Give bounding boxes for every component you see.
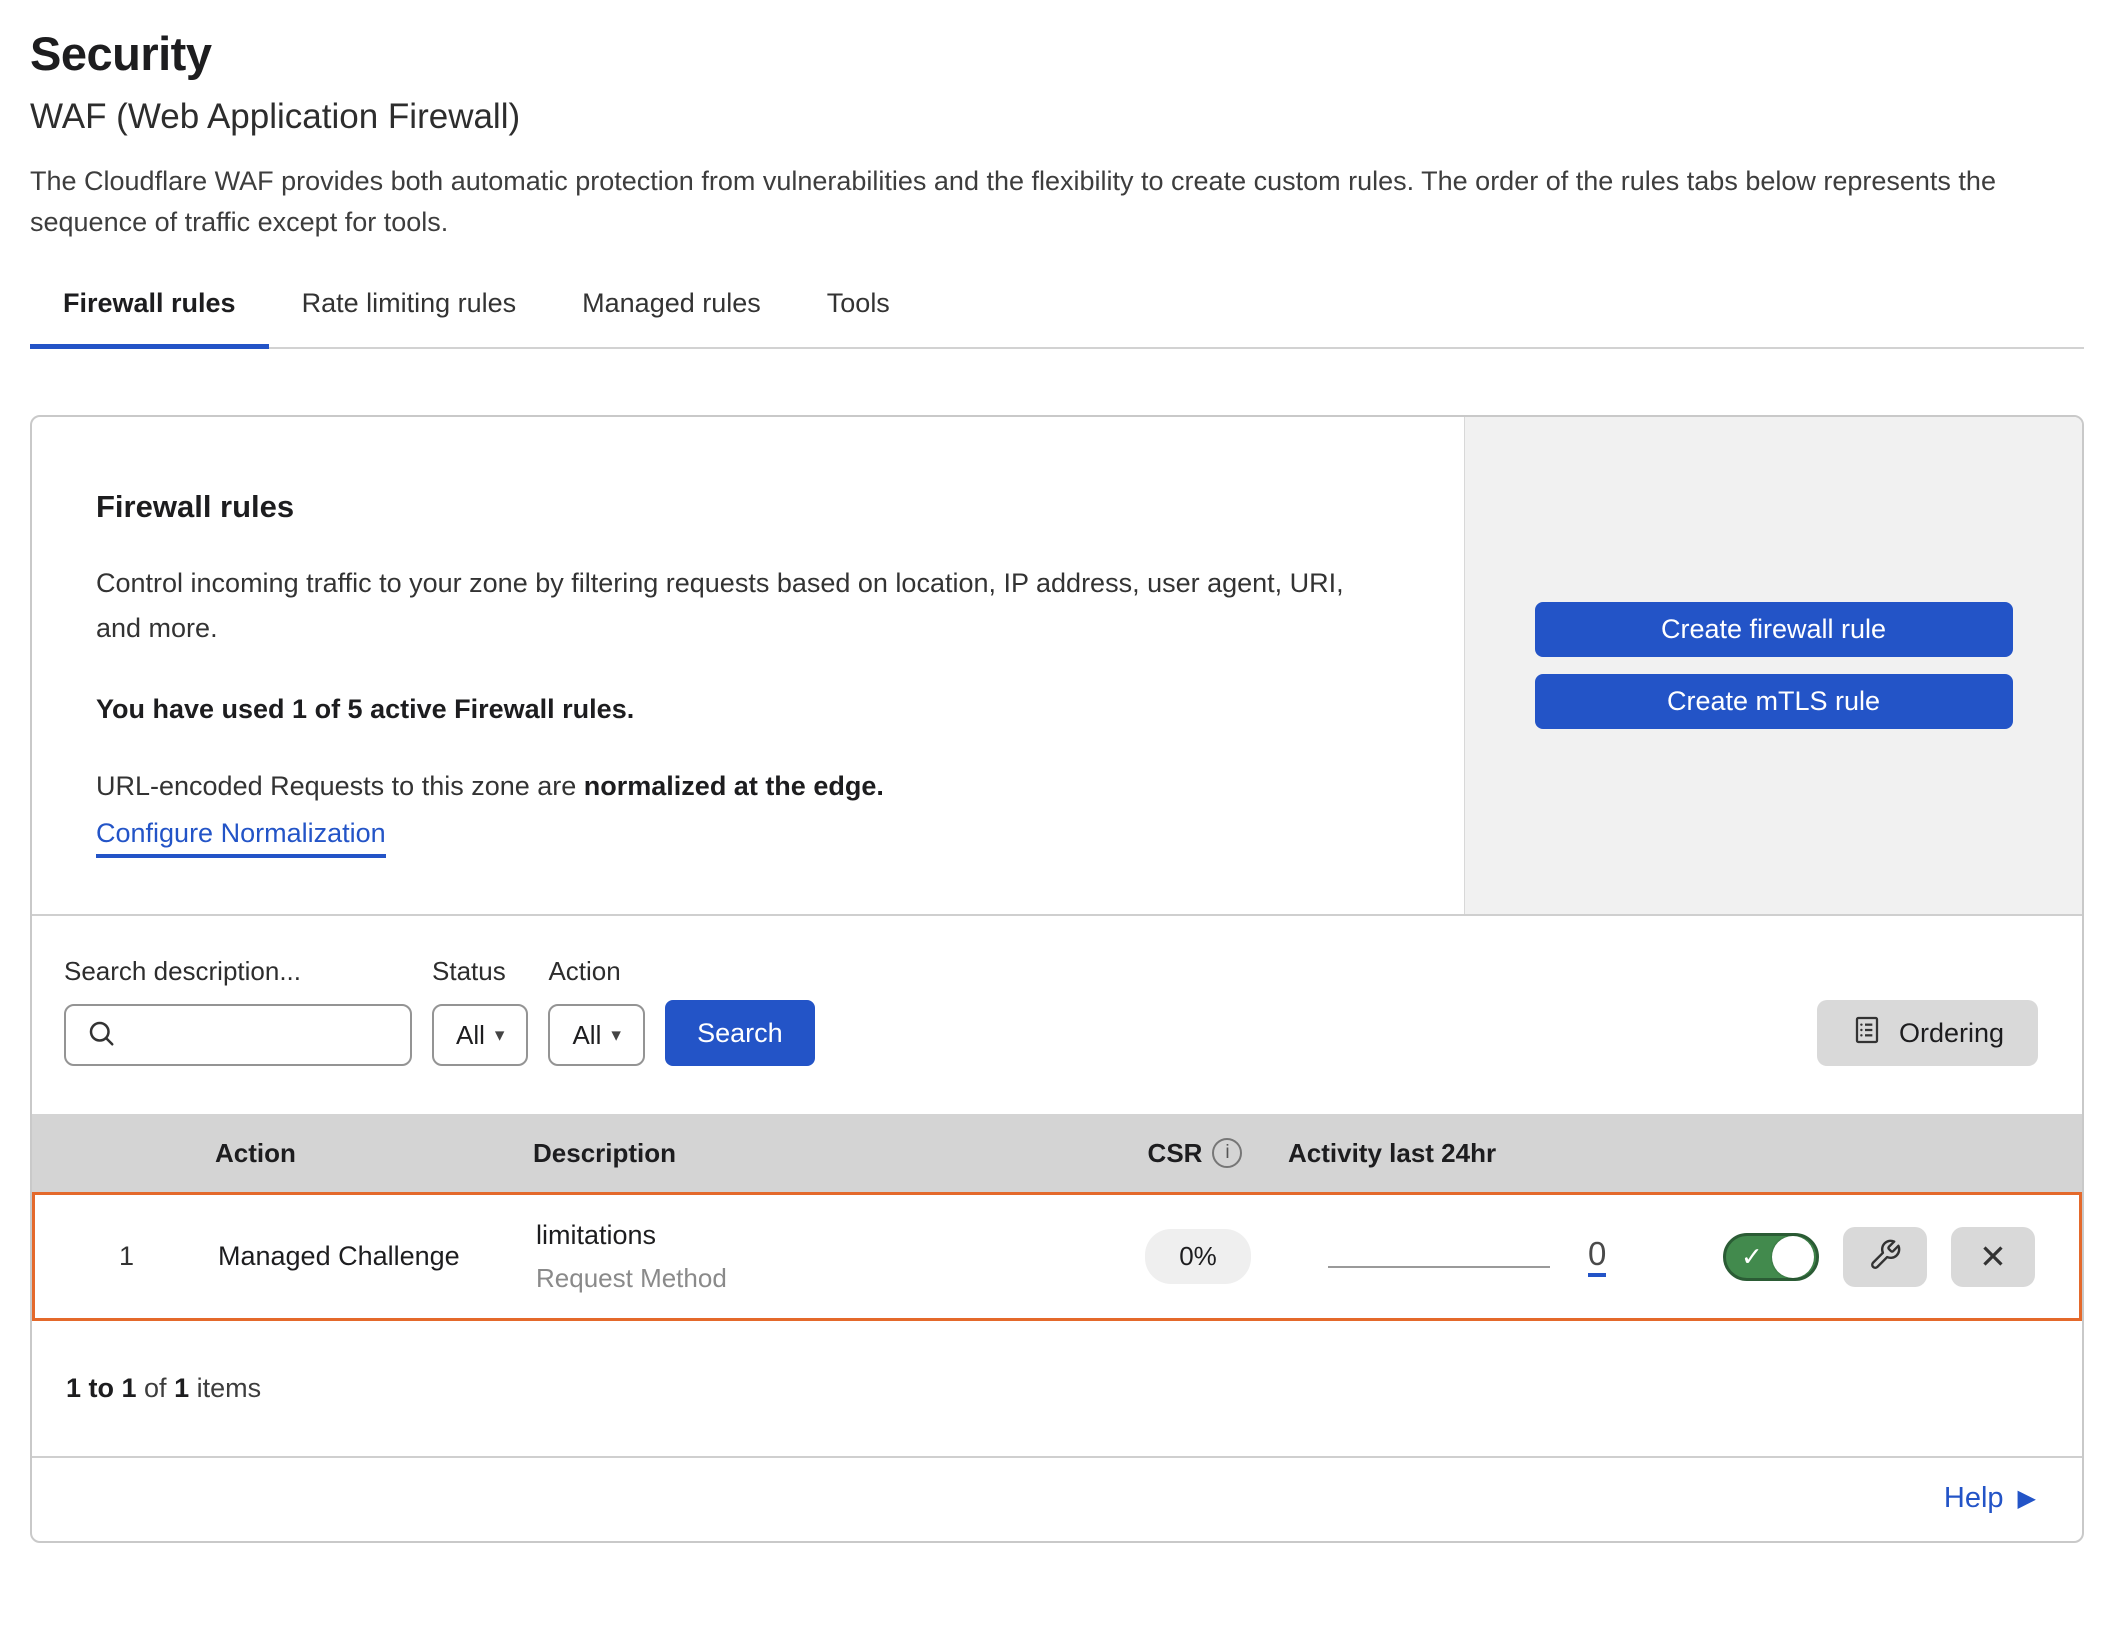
card-overview-text: Firewall rules Control incoming traffic … <box>32 417 1464 914</box>
col-header-activity: Activity last 24hr <box>1280 1138 1690 1169</box>
row-description-cell: limitations Request Method <box>536 1202 1113 1312</box>
pagination-range: 1 to 1 <box>66 1373 137 1403</box>
search-button[interactable]: Search <box>665 1000 815 1066</box>
row-activity-cell: 0 <box>1283 1237 1693 1277</box>
help-link[interactable]: Help ▶ <box>1944 1482 2036 1515</box>
tab-managed-rules[interactable]: Managed rules <box>549 288 794 347</box>
rules-tab-bar: Firewall rules Rate limiting rules Manag… <box>30 288 2084 349</box>
info-icon[interactable]: i <box>1212 1138 1242 1168</box>
col-header-action: Action <box>215 1138 533 1169</box>
delete-rule-button[interactable]: ✕ <box>1951 1227 2035 1287</box>
chevron-down-icon: ▾ <box>495 1024 505 1047</box>
tab-tools[interactable]: Tools <box>794 288 923 347</box>
card-heading: Firewall rules <box>96 489 1404 525</box>
firewall-rules-card: Firewall rules Control incoming traffic … <box>30 415 2084 1543</box>
card-description: Control incoming traffic to your zone by… <box>96 561 1396 650</box>
create-firewall-rule-button[interactable]: Create firewall rule <box>1535 602 2013 657</box>
pagination-summary: 1 to 1 of 1 items <box>32 1321 2082 1456</box>
toggle-knob <box>1772 1236 1814 1278</box>
wrench-icon <box>1868 1238 1902 1275</box>
chevron-down-icon: ▾ <box>611 1024 621 1047</box>
page-title: Security <box>30 26 2084 81</box>
table-row: 1 Managed Challenge limitations Request … <box>32 1192 2082 1321</box>
ordering-list-icon <box>1851 1014 1883 1053</box>
normalization-text-plain: URL-encoded Requests to this zone are <box>96 771 584 801</box>
csr-header-label: CSR <box>1148 1138 1203 1169</box>
row-csr-cell: 0% <box>1113 1229 1283 1284</box>
actions-panel: Create firewall rule Create mTLS rule <box>1464 417 2082 914</box>
search-icon <box>86 1018 116 1053</box>
normalization-text-bold: normalized at the edge. <box>584 771 884 801</box>
row-controls: ✓ ✕ <box>1693 1227 2079 1287</box>
activity-count-link[interactable]: 0 <box>1588 1237 1606 1277</box>
action-filter: Action All ▾ <box>548 956 644 1066</box>
status-dropdown[interactable]: All ▾ <box>432 1004 528 1066</box>
rule-enabled-toggle[interactable]: ✓ <box>1723 1233 1819 1281</box>
action-dropdown[interactable]: All ▾ <box>548 1004 644 1066</box>
create-mtls-rule-button[interactable]: Create mTLS rule <box>1535 674 2013 729</box>
table-header: Action Description CSR i Activity last 2… <box>32 1114 2082 1192</box>
status-label: Status <box>432 956 528 987</box>
search-input-box[interactable] <box>64 1004 412 1066</box>
usage-text: You have used 1 of 5 active Firewall rul… <box>96 694 1404 725</box>
action-label: Action <box>548 956 644 987</box>
tab-label: Managed rules <box>582 288 761 318</box>
tab-label: Rate limiting rules <box>302 288 517 318</box>
pagination-of: of <box>137 1373 175 1403</box>
page-description: The Cloudflare WAF provides both automat… <box>30 161 2084 242</box>
ordering-button-label: Ordering <box>1899 1018 2004 1049</box>
search-input[interactable] <box>128 1019 394 1052</box>
help-bar: Help ▶ <box>32 1456 2082 1541</box>
row-description-detail: Request Method <box>536 1263 1113 1294</box>
tab-label: Firewall rules <box>63 288 236 318</box>
ordering-button[interactable]: Ordering <box>1817 1000 2038 1066</box>
filter-bar: Search description... Status All ▾ <box>32 914 2082 1114</box>
waf-security-page: Security WAF (Web Application Firewall) … <box>0 0 2114 1543</box>
row-description: limitations <box>536 1220 1113 1251</box>
close-icon: ✕ <box>1979 1240 2007 1273</box>
tab-label: Tools <box>827 288 890 318</box>
activity-sparkline <box>1328 1266 1550 1268</box>
action-dropdown-value: All <box>572 1020 601 1051</box>
help-link-label: Help <box>1944 1482 2004 1515</box>
col-header-description: Description <box>533 1138 1110 1169</box>
card-overview-section: Firewall rules Control incoming traffic … <box>32 417 2082 914</box>
edit-rule-button[interactable] <box>1843 1227 1927 1287</box>
pagination-items: items <box>189 1373 261 1403</box>
page-subtitle: WAF (Web Application Firewall) <box>30 97 2084 137</box>
search-filter: Search description... <box>64 956 412 1066</box>
check-icon: ✓ <box>1741 1241 1763 1272</box>
status-filter: Status All ▾ <box>432 956 528 1066</box>
tab-firewall-rules[interactable]: Firewall rules <box>30 288 269 347</box>
status-dropdown-value: All <box>456 1020 485 1051</box>
search-label: Search description... <box>64 956 412 987</box>
configure-normalization-link[interactable]: Configure Normalization <box>96 818 386 858</box>
tab-rate-limiting-rules[interactable]: Rate limiting rules <box>269 288 550 347</box>
row-action: Managed Challenge <box>218 1241 536 1272</box>
col-header-csr: CSR i <box>1110 1138 1280 1169</box>
row-index: 1 <box>35 1241 218 1272</box>
pagination-total: 1 <box>174 1373 189 1403</box>
normalization-text: URL-encoded Requests to this zone are no… <box>96 771 1404 802</box>
csr-badge: 0% <box>1145 1229 1251 1284</box>
help-arrow-icon: ▶ <box>2018 1487 2036 1511</box>
